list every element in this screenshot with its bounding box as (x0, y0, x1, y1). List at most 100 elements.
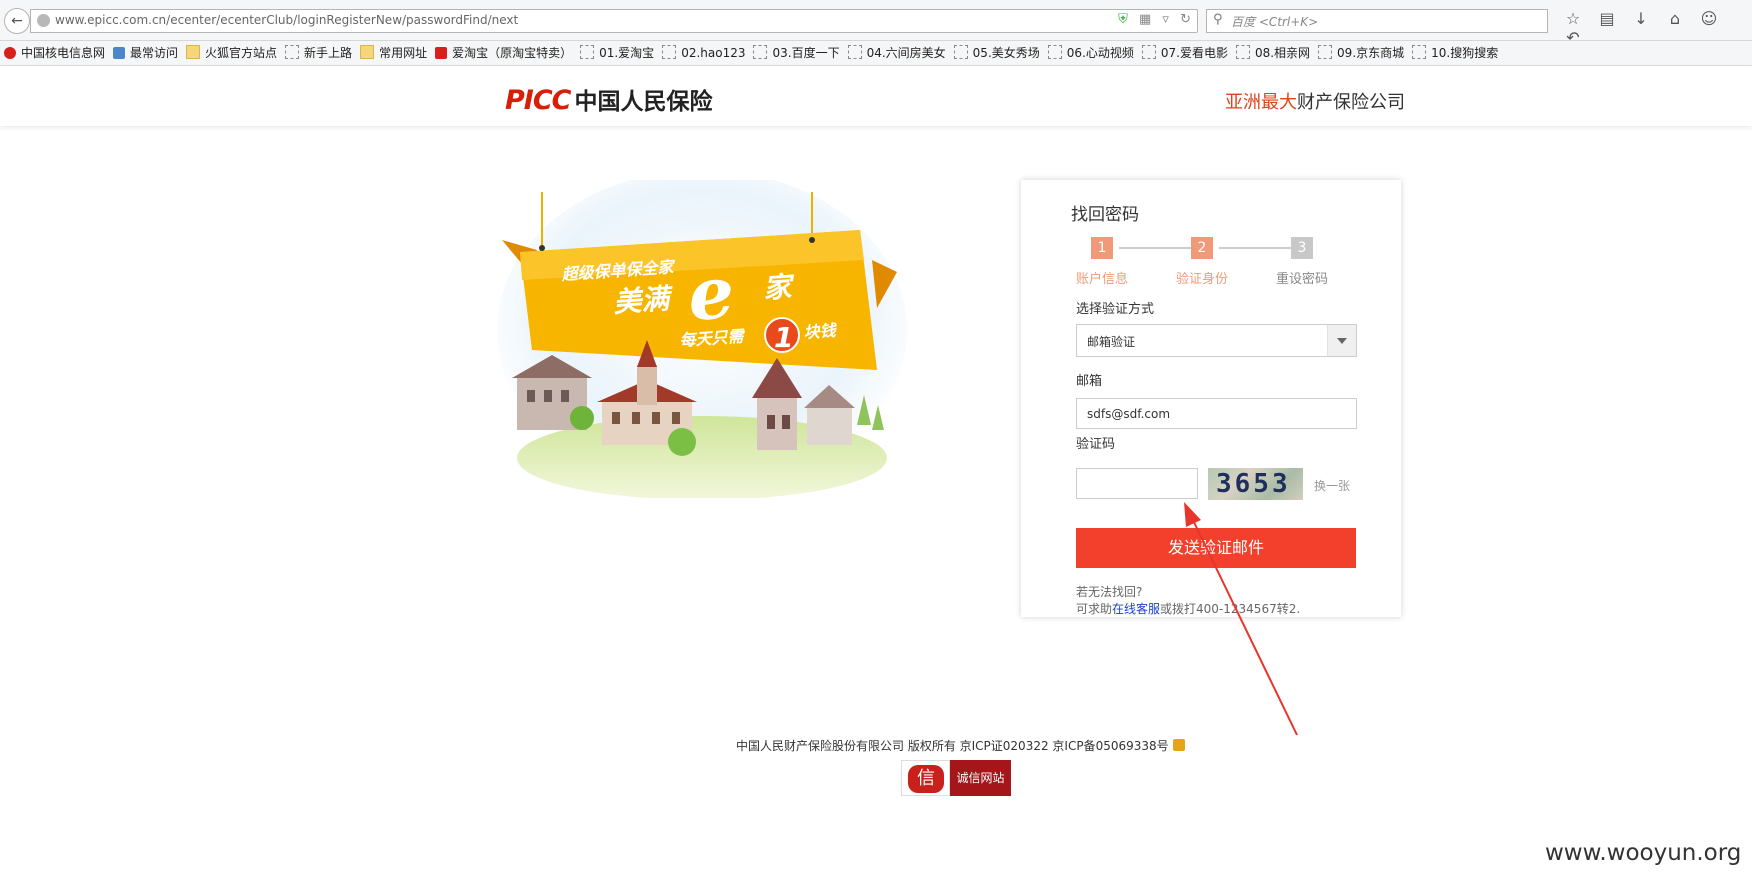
shield-icon[interactable]: ⛨ (1118, 12, 1128, 27)
bookmark-icon (580, 45, 595, 59)
password-recovery-card: 找回密码 1 2 3 账户信息 验证身份 重设密码 选择验证方式 邮箱验证 邮箱… (1021, 180, 1401, 617)
online-service-link[interactable]: 在线客服 (1112, 602, 1160, 616)
footer-copyright: 中国人民财产保险股份有限公司 版权所有 京ICP证020322 京ICP备050… (736, 737, 1185, 754)
globe-icon (37, 14, 50, 27)
banner-e: e (685, 249, 737, 337)
step-1-label: 账户信息 (1076, 272, 1129, 287)
bookmark-label: 常用网址 (379, 46, 428, 60)
banner-number: 1 (774, 321, 793, 354)
search-box[interactable]: ⚲ 百度 <Ctrl+K> (1206, 9, 1548, 33)
banner-line2a: 美满 (612, 282, 675, 319)
bookmark-label: 02.hao123 (681, 46, 746, 60)
reading-list-icon[interactable]: ▤ (1590, 9, 1624, 28)
refresh-captcha-link[interactable]: 换一张 (1314, 477, 1350, 494)
bookmark-label: 01.爱淘宝 (599, 46, 655, 60)
bookmark-item[interactable]: 08.相亲网 (1235, 41, 1311, 65)
step-connector-1 (1119, 247, 1191, 249)
download-icon[interactable]: ↓ (1624, 9, 1658, 28)
bookmark-label: 爱淘宝（原淘宝特卖） (452, 46, 573, 60)
step-3-number: 3 (1291, 237, 1313, 259)
search-icon: ⚲ (1213, 12, 1223, 27)
card-title: 找回密码 (1071, 205, 1139, 225)
bookmark-item[interactable]: 03.百度一下 (753, 41, 840, 65)
trust-badge-icon: 信 (901, 760, 950, 796)
bookmark-icon (113, 47, 126, 59)
logo-cn: 中国人民保险 (574, 89, 713, 115)
bookmark-item[interactable]: 最常访问 (113, 41, 178, 65)
help-suffix: 或拨打400-1234567转2. (1160, 602, 1301, 616)
captcha-input[interactable] (1076, 468, 1198, 499)
captcha-label: 验证码 (1076, 437, 1116, 452)
email-value: sdfs@sdf.com (1087, 407, 1171, 421)
folder-icon (186, 45, 201, 59)
bookmark-item[interactable]: 常用网址 (360, 41, 427, 65)
bookmark-label: 09.京东商城 (1337, 46, 1405, 60)
picc-logo[interactable]: PICC 中国人民保险 (505, 82, 712, 116)
bookmark-label: 火狐官方站点 (205, 46, 278, 60)
copyright-text: 中国人民财产保险股份有限公司 版权所有 京ICP证020322 京ICP备050… (736, 739, 1169, 753)
captcha-image-text: 3653 (1216, 469, 1291, 499)
qrcode-icon[interactable]: ▦ (1139, 12, 1151, 27)
bookmark-label: 05.美女秀场 (972, 46, 1040, 60)
captcha-image[interactable]: 3653 (1208, 468, 1303, 500)
bookmark-star-icon[interactable]: ☆ (1556, 9, 1590, 28)
verification-method-select[interactable]: 邮箱验证 (1076, 324, 1357, 357)
bookmark-item[interactable]: 火狐官方站点 (186, 41, 277, 65)
verification-method-value: 邮箱验证 (1087, 335, 1136, 349)
step-connector-2 (1219, 247, 1291, 249)
site-header: PICC 中国人民保险 亚洲最大财产保险公司 (0, 66, 1752, 126)
bookmark-label: 中国核电信息网 (21, 46, 106, 60)
send-verification-email-button[interactable]: 发送验证邮件 (1076, 528, 1356, 568)
bookmark-item[interactable]: 02.hao123 (662, 41, 745, 65)
chevron-down-icon[interactable] (1327, 325, 1356, 356)
bookmark-icon (1412, 45, 1427, 59)
chat-icon[interactable]: ☺ (1692, 9, 1726, 28)
back-arrow-icon: ← (11, 13, 23, 29)
home-icon[interactable]: ⌂ (1658, 9, 1692, 28)
bookmark-item[interactable]: 09.京东商城 (1318, 41, 1404, 65)
bookmark-icon (1141, 45, 1156, 59)
step-3-label: 重设密码 (1276, 272, 1329, 287)
reload-icon[interactable]: ↻ (1180, 12, 1191, 27)
step-2-label: 验证身份 (1176, 272, 1229, 287)
browser-toolbar: ← www.epicc.com.cn/ecenter/ecenterClub/l… (0, 0, 1752, 47)
back-button[interactable]: ← (4, 8, 30, 34)
bookmark-label: 最常访问 (130, 46, 179, 60)
bookmark-icon (1318, 45, 1333, 59)
bookmark-item[interactable]: 爱淘宝（原淘宝特卖） (435, 41, 572, 65)
banner-line3b: 块钱 (803, 321, 838, 342)
bookmark-item[interactable]: 06.心动视频 (1047, 41, 1134, 65)
tagline-highlight: 亚洲最大 (1225, 92, 1297, 113)
trust-badge-text: 诚信网站 (950, 760, 1011, 796)
bookmark-label: 03.百度一下 (772, 46, 840, 60)
bookmark-item[interactable]: 04.六间房美女 (847, 41, 946, 65)
bookmark-icon (662, 45, 677, 59)
bookmark-label: 08.相亲网 (1254, 46, 1311, 60)
dropdown-icon[interactable]: ▿ (1162, 12, 1169, 27)
bookmark-label: 06.心动视频 (1066, 46, 1134, 60)
bookmark-item[interactable]: 中国核电信息网 (4, 41, 105, 65)
address-bar[interactable]: www.epicc.com.cn/ecenter/ecenterClub/log… (30, 9, 1198, 33)
step-1-number: 1 (1091, 237, 1113, 259)
bookmark-item[interactable]: 10.搜狗搜索 (1412, 41, 1498, 65)
help-contact: 可求助在线客服或拨打400-1234567转2. (1076, 600, 1300, 617)
bookmark-label: 新手上路 (304, 46, 353, 60)
help-prefix: 可求助 (1076, 602, 1113, 616)
bookmark-icon (847, 45, 862, 59)
bookmark-item[interactable]: 新手上路 (285, 41, 352, 65)
folder-icon (360, 45, 375, 59)
police-badge-icon[interactable] (1172, 739, 1185, 751)
bookmark-icon (285, 45, 300, 59)
bookmark-item[interactable]: 01.爱淘宝 (580, 41, 654, 65)
bookmarks-bar: 中国核电信息网 最常访问 火狐官方站点 新手上路 常用网址 爱淘宝（原淘宝特卖） 01.爱淘… (0, 41, 1752, 66)
bookmark-label: 04.六间房美女 (866, 46, 946, 60)
bookmark-item[interactable]: 05.美女秀场 (953, 41, 1040, 65)
email-field[interactable]: sdfs@sdf.com (1076, 398, 1357, 429)
email-label: 邮箱 (1076, 374, 1103, 389)
search-placeholder: 百度 <Ctrl+K> (1231, 15, 1319, 29)
trust-badge-icon-text: 信 (908, 765, 944, 793)
bookmark-icon (435, 47, 448, 59)
trust-website-badge[interactable]: 信 诚信网站 (901, 760, 1011, 796)
watermark: www.wooyun.org (1545, 840, 1742, 866)
bookmark-item[interactable]: 07.爱看电影 (1141, 41, 1228, 65)
